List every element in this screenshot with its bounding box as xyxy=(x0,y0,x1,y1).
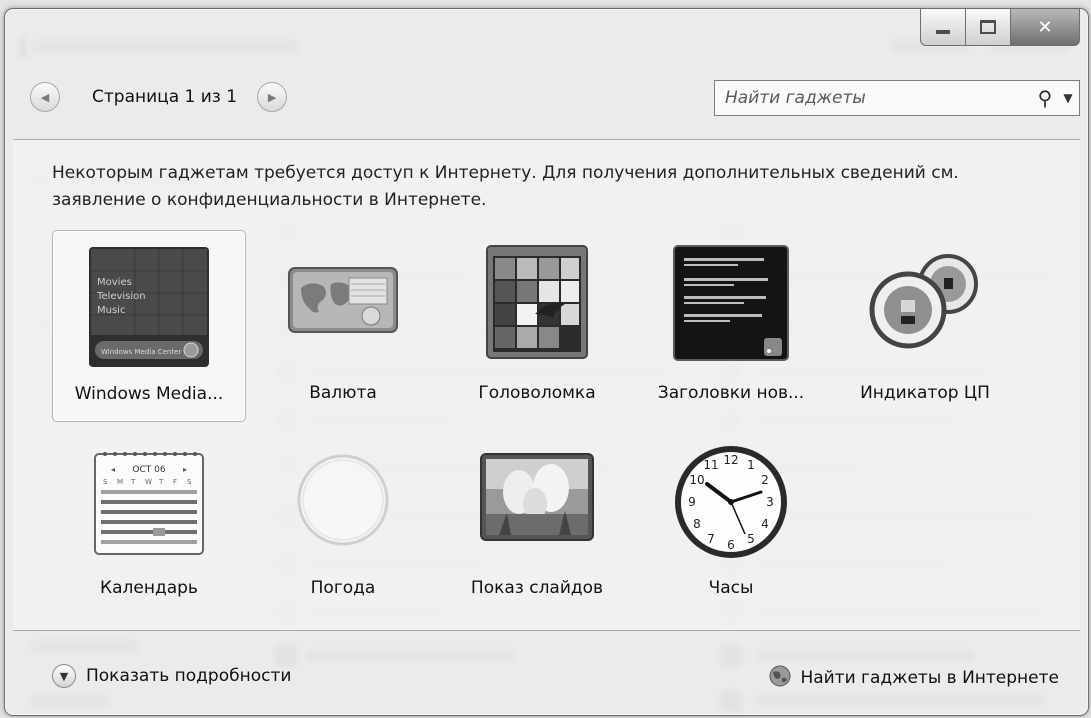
chevron-right-icon: ▶ xyxy=(267,90,277,104)
get-gadgets-online-link[interactable]: Найти гаджеты в Интернете xyxy=(768,664,1059,692)
svg-text:▸: ▸ xyxy=(183,465,187,474)
gadget-currency[interactable]: Валюта xyxy=(246,230,440,422)
gadget-weather[interactable]: Погода xyxy=(246,438,440,630)
calendar-day: T xyxy=(130,478,136,486)
gadget-label: Валюта xyxy=(309,383,377,403)
globe-icon xyxy=(768,664,792,692)
gadget-cpu-meter[interactable]: Индикатор ЦП xyxy=(828,230,1022,422)
chevron-left-icon: ◀ xyxy=(40,90,50,104)
wmc-music-text: Music xyxy=(97,305,125,316)
minimize-button[interactable] xyxy=(920,9,966,46)
maximize-button[interactable] xyxy=(966,9,1011,46)
gadget-windows-media-center[interactable]: Movies Television Music Windows Media Ce… xyxy=(52,230,246,422)
svg-text:4: 4 xyxy=(761,517,769,531)
minimize-icon xyxy=(936,30,950,34)
search-box: ⚲ ▼ xyxy=(714,80,1080,116)
svg-text:9: 9 xyxy=(688,495,696,509)
internet-notice-text: Некоторым гаджетам требуется доступ к Ин… xyxy=(52,163,959,210)
wmc-television-text: Television xyxy=(96,291,146,302)
wmc-movies-text: Movies xyxy=(97,277,132,288)
svg-text:5: 5 xyxy=(747,532,755,546)
svg-text:11: 11 xyxy=(703,458,718,472)
search-icon[interactable]: ⚲ xyxy=(1033,86,1057,110)
get-gadgets-online-label: Найти гаджеты в Интернете xyxy=(800,668,1059,688)
chevron-down-icon: ▼ xyxy=(52,664,76,688)
wmc-bar-text: Windows Media Center xyxy=(101,348,181,356)
puzzle-icon xyxy=(485,244,589,360)
calendar-icon: OCT 06 ◂ ▸ S M T W T F S xyxy=(91,446,207,558)
gadget-calendar[interactable]: OCT 06 ◂ ▸ S M T W T F S Календарь xyxy=(52,438,246,630)
clock-icon: 12 1 2 345 678 9 10 11 xyxy=(671,442,791,562)
page-navigation: ◀ Страница 1 из 1 ▶ xyxy=(30,82,288,112)
gadget-clock[interactable]: 12 1 2 345 678 9 10 11 Часы xyxy=(634,438,828,630)
prev-page-button[interactable]: ◀ xyxy=(30,82,60,112)
currency-icon xyxy=(287,264,399,336)
gadget-label: Индикатор ЦП xyxy=(860,383,990,403)
gadget-slideshow[interactable]: Показ слайдов xyxy=(440,438,634,630)
gadget-feed-headlines[interactable]: Заголовки нов... xyxy=(634,230,828,422)
next-page-button[interactable]: ▶ xyxy=(257,82,288,112)
gadget-label: Погода xyxy=(310,578,376,598)
close-icon: ✕ xyxy=(1037,16,1053,38)
calendar-day: F xyxy=(173,478,177,486)
search-input[interactable] xyxy=(715,87,1033,109)
feed-headlines-icon xyxy=(672,244,790,362)
calendar-day: S xyxy=(103,478,108,486)
svg-text:12: 12 xyxy=(723,453,738,467)
weather-icon xyxy=(295,452,391,548)
svg-text:10: 10 xyxy=(689,473,704,487)
calendar-month: OCT 06 xyxy=(132,465,165,475)
gadget-label: Головоломка xyxy=(478,383,596,403)
show-details-label: Показать подробности xyxy=(86,666,292,686)
gadget-label: Показ слайдов xyxy=(470,578,604,598)
svg-text:3: 3 xyxy=(766,495,774,509)
cpu-meter-icon xyxy=(868,252,982,350)
svg-text:2: 2 xyxy=(761,473,769,487)
calendar-day: M xyxy=(117,478,123,486)
window-caption-buttons: ✕ xyxy=(920,9,1080,46)
calendar-day: W xyxy=(145,478,152,486)
chevron-down-icon[interactable]: ▼ xyxy=(1057,91,1079,105)
gadget-label: Заголовки нов... xyxy=(657,383,805,403)
show-details-toggle[interactable]: ▼ Показать подробности xyxy=(52,664,291,688)
svg-text:1: 1 xyxy=(747,458,755,472)
svg-text:7: 7 xyxy=(707,532,715,546)
close-button[interactable]: ✕ xyxy=(1011,9,1080,46)
page-label: Страница 1 из 1 xyxy=(92,87,238,107)
calendar-day: S xyxy=(187,478,192,486)
gadget-puzzle[interactable]: Головоломка xyxy=(440,230,634,422)
slideshow-icon xyxy=(479,452,595,542)
gadget-label: Календарь xyxy=(100,578,198,598)
svg-text:◂: ◂ xyxy=(111,465,115,474)
gadget-label: Windows Media... xyxy=(74,384,224,404)
windows-media-center-icon: Movies Television Music Windows Media Ce… xyxy=(87,245,211,369)
svg-text:6: 6 xyxy=(727,538,735,552)
svg-text:8: 8 xyxy=(693,517,701,531)
gadget-label: Часы xyxy=(708,578,754,598)
calendar-day: T xyxy=(158,478,164,486)
maximize-icon xyxy=(980,20,996,34)
